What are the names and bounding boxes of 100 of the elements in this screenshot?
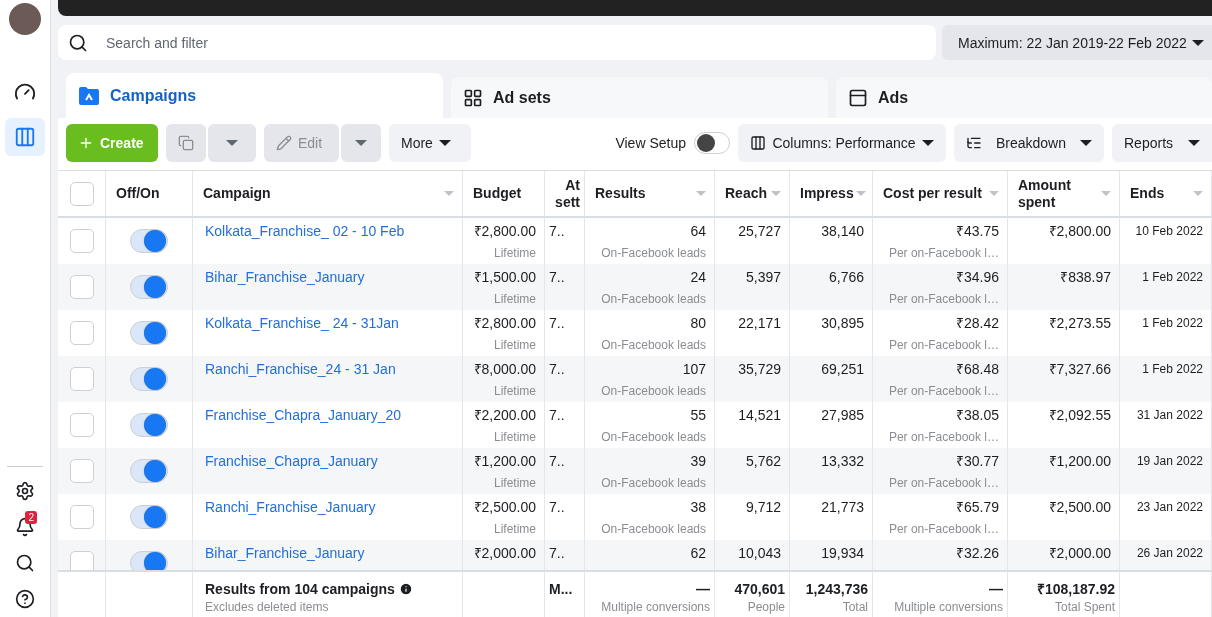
view-setup-toggle[interactable] xyxy=(694,132,730,154)
column-header[interactable]: Campaign xyxy=(203,185,271,202)
column-header[interactable]: Reach xyxy=(725,185,768,202)
column-header[interactable]: Cost per result xyxy=(883,185,982,202)
row-checkbox[interactable] xyxy=(69,551,94,570)
table-cell-text: 23 Jan 2022 xyxy=(1136,499,1203,516)
reports-button[interactable]: Reports xyxy=(1112,124,1212,162)
campaign-link[interactable]: Bihar_Franchise_January xyxy=(205,544,365,562)
dropdown-button[interactable] xyxy=(341,124,381,162)
columns-button[interactable]: Columns: Performance xyxy=(738,124,946,162)
table-cell: 9,712 xyxy=(745,498,781,516)
dropdown-button[interactable] xyxy=(208,124,256,162)
settings-icon xyxy=(15,481,35,501)
column-header[interactable]: Off/On xyxy=(116,185,160,202)
row-checkbox[interactable] xyxy=(69,413,94,437)
campaign-link[interactable]: Kolkata_Franchise_ 24 - 31Jan xyxy=(205,314,399,332)
table-cell: 7.. xyxy=(549,452,565,470)
cell-subtext: Lifetime xyxy=(493,337,536,354)
table-cell-text: 1 Feb 2022 xyxy=(1142,269,1203,286)
table-cell: ₹838.97 xyxy=(1060,268,1111,286)
table-cell: ₹2,800.00 xyxy=(473,314,536,332)
table-cell: ₹43.75 xyxy=(955,222,999,240)
table-cell-text: 1 Feb 2022 xyxy=(1142,315,1203,332)
date-range-button[interactable]: Maximum: 22 Jan 2019-22 Feb 2022 xyxy=(942,25,1212,60)
table-cell: 64 xyxy=(690,222,706,240)
table-cell: 38,140 xyxy=(821,222,864,240)
pencil-icon xyxy=(276,135,292,151)
row-checkbox[interactable] xyxy=(69,367,94,391)
column-header[interactable]: Amount spent xyxy=(1018,177,1099,210)
cell-subtext: Per on-Facebook l… xyxy=(888,291,999,308)
column-header[interactable]: Budget xyxy=(473,185,522,202)
campaign-toggle[interactable] xyxy=(130,551,168,570)
sidebar-item[interactable]: 2 xyxy=(5,509,45,545)
column-header[interactable]: At sett xyxy=(549,177,580,210)
campaign-toggle[interactable] xyxy=(130,413,168,437)
campaign-toggle[interactable] xyxy=(130,505,168,529)
table-cell: 7.. xyxy=(549,544,565,562)
campaign-link[interactable]: Ranchi_Franchise_January xyxy=(205,498,376,516)
table-cell: ₹2,200.00 xyxy=(473,406,536,424)
sort-caret-icon xyxy=(444,191,454,196)
table-cell: 25,727 xyxy=(738,222,781,240)
table-cell-text: 1 Feb 2022 xyxy=(1142,361,1203,378)
grid-icon xyxy=(463,87,483,108)
table-cell-text: 19 Jan 2022 xyxy=(1136,453,1203,470)
summary-note: Excludes deleted items xyxy=(205,599,329,616)
summary-note: People xyxy=(747,599,785,616)
campaign-link[interactable]: Kolkata_Franchise_ 02 - 10 Feb xyxy=(205,222,405,240)
row-checkbox[interactable] xyxy=(69,459,94,483)
copy-icon xyxy=(178,135,194,151)
tab[interactable]: Ad sets xyxy=(451,77,828,118)
column-header[interactable]: Ends xyxy=(1130,185,1165,202)
cell-subtext: Per on-Facebook l… xyxy=(888,245,999,262)
campaign-link[interactable]: Ranchi_Franchise_24 - 31 Jan xyxy=(205,360,396,378)
search-icon xyxy=(68,32,88,53)
folder-icon xyxy=(78,85,100,106)
select-all-checkbox[interactable] xyxy=(69,181,94,206)
column-header[interactable]: Impress xyxy=(800,185,854,202)
summary-note: Total Spent xyxy=(1054,599,1115,616)
table-cell: 14,521 xyxy=(738,406,781,424)
cell-subtext: Per on-Facebook l… xyxy=(888,337,999,354)
table-cell: ₹1,500.00 xyxy=(473,268,536,286)
cell-subtext: Per on-Facebook l… xyxy=(888,383,999,400)
more-button[interactable]: More xyxy=(389,124,471,162)
table-cell: ₹1,200.00 xyxy=(1048,452,1111,470)
cell-subtext: Lifetime xyxy=(493,429,536,446)
info-icon xyxy=(398,582,413,596)
tab[interactable]: Ads xyxy=(836,77,1212,118)
table-cell: 24 xyxy=(690,268,706,286)
table-cell: ₹2,000.00 xyxy=(1048,544,1111,562)
row-checkbox[interactable] xyxy=(69,229,94,253)
caret-icon xyxy=(922,140,934,146)
campaign-toggle[interactable] xyxy=(130,321,168,345)
summary-value: 470,601 xyxy=(734,580,785,598)
row-checkbox[interactable] xyxy=(69,275,94,299)
caret-icon xyxy=(355,140,367,146)
campaign-toggle[interactable] xyxy=(130,229,168,253)
row-checkbox[interactable] xyxy=(69,505,94,529)
cell-subtext: Per on-Facebook l… xyxy=(888,429,999,446)
table-cell: 107 xyxy=(682,360,706,378)
tab[interactable]: Campaigns xyxy=(66,73,443,118)
avatar[interactable] xyxy=(9,3,41,35)
cell-subtext: On-Facebook leads xyxy=(601,383,706,400)
breakdown-button[interactable]: Breakdown xyxy=(954,124,1104,162)
campaign-link[interactable]: Bihar_Franchise_January xyxy=(205,268,365,286)
campaign-toggle[interactable] xyxy=(130,367,168,391)
table-cell: ₹65.79 xyxy=(955,498,999,516)
row-checkbox[interactable] xyxy=(69,321,94,345)
view-setup-label: View Setup xyxy=(615,135,686,151)
table-cell: ₹32.26 xyxy=(955,544,999,562)
table-cell-text: 31 Jan 2022 xyxy=(1136,407,1203,424)
table-cell: ₹8,000.00 xyxy=(473,360,536,378)
campaign-toggle[interactable] xyxy=(130,459,168,483)
cell-subtext: On-Facebook leads xyxy=(601,337,706,354)
table-cell: 69,251 xyxy=(821,360,864,378)
campaign-toggle[interactable] xyxy=(130,275,168,299)
column-header[interactable]: Results xyxy=(595,185,646,202)
table-cell: 22,171 xyxy=(738,314,781,332)
campaign-link[interactable]: Franchise_Chapra_January_20 xyxy=(205,406,402,424)
campaign-link[interactable]: Franchise_Chapra_January xyxy=(205,452,378,470)
cell-subtext: Lifetime xyxy=(493,291,536,308)
